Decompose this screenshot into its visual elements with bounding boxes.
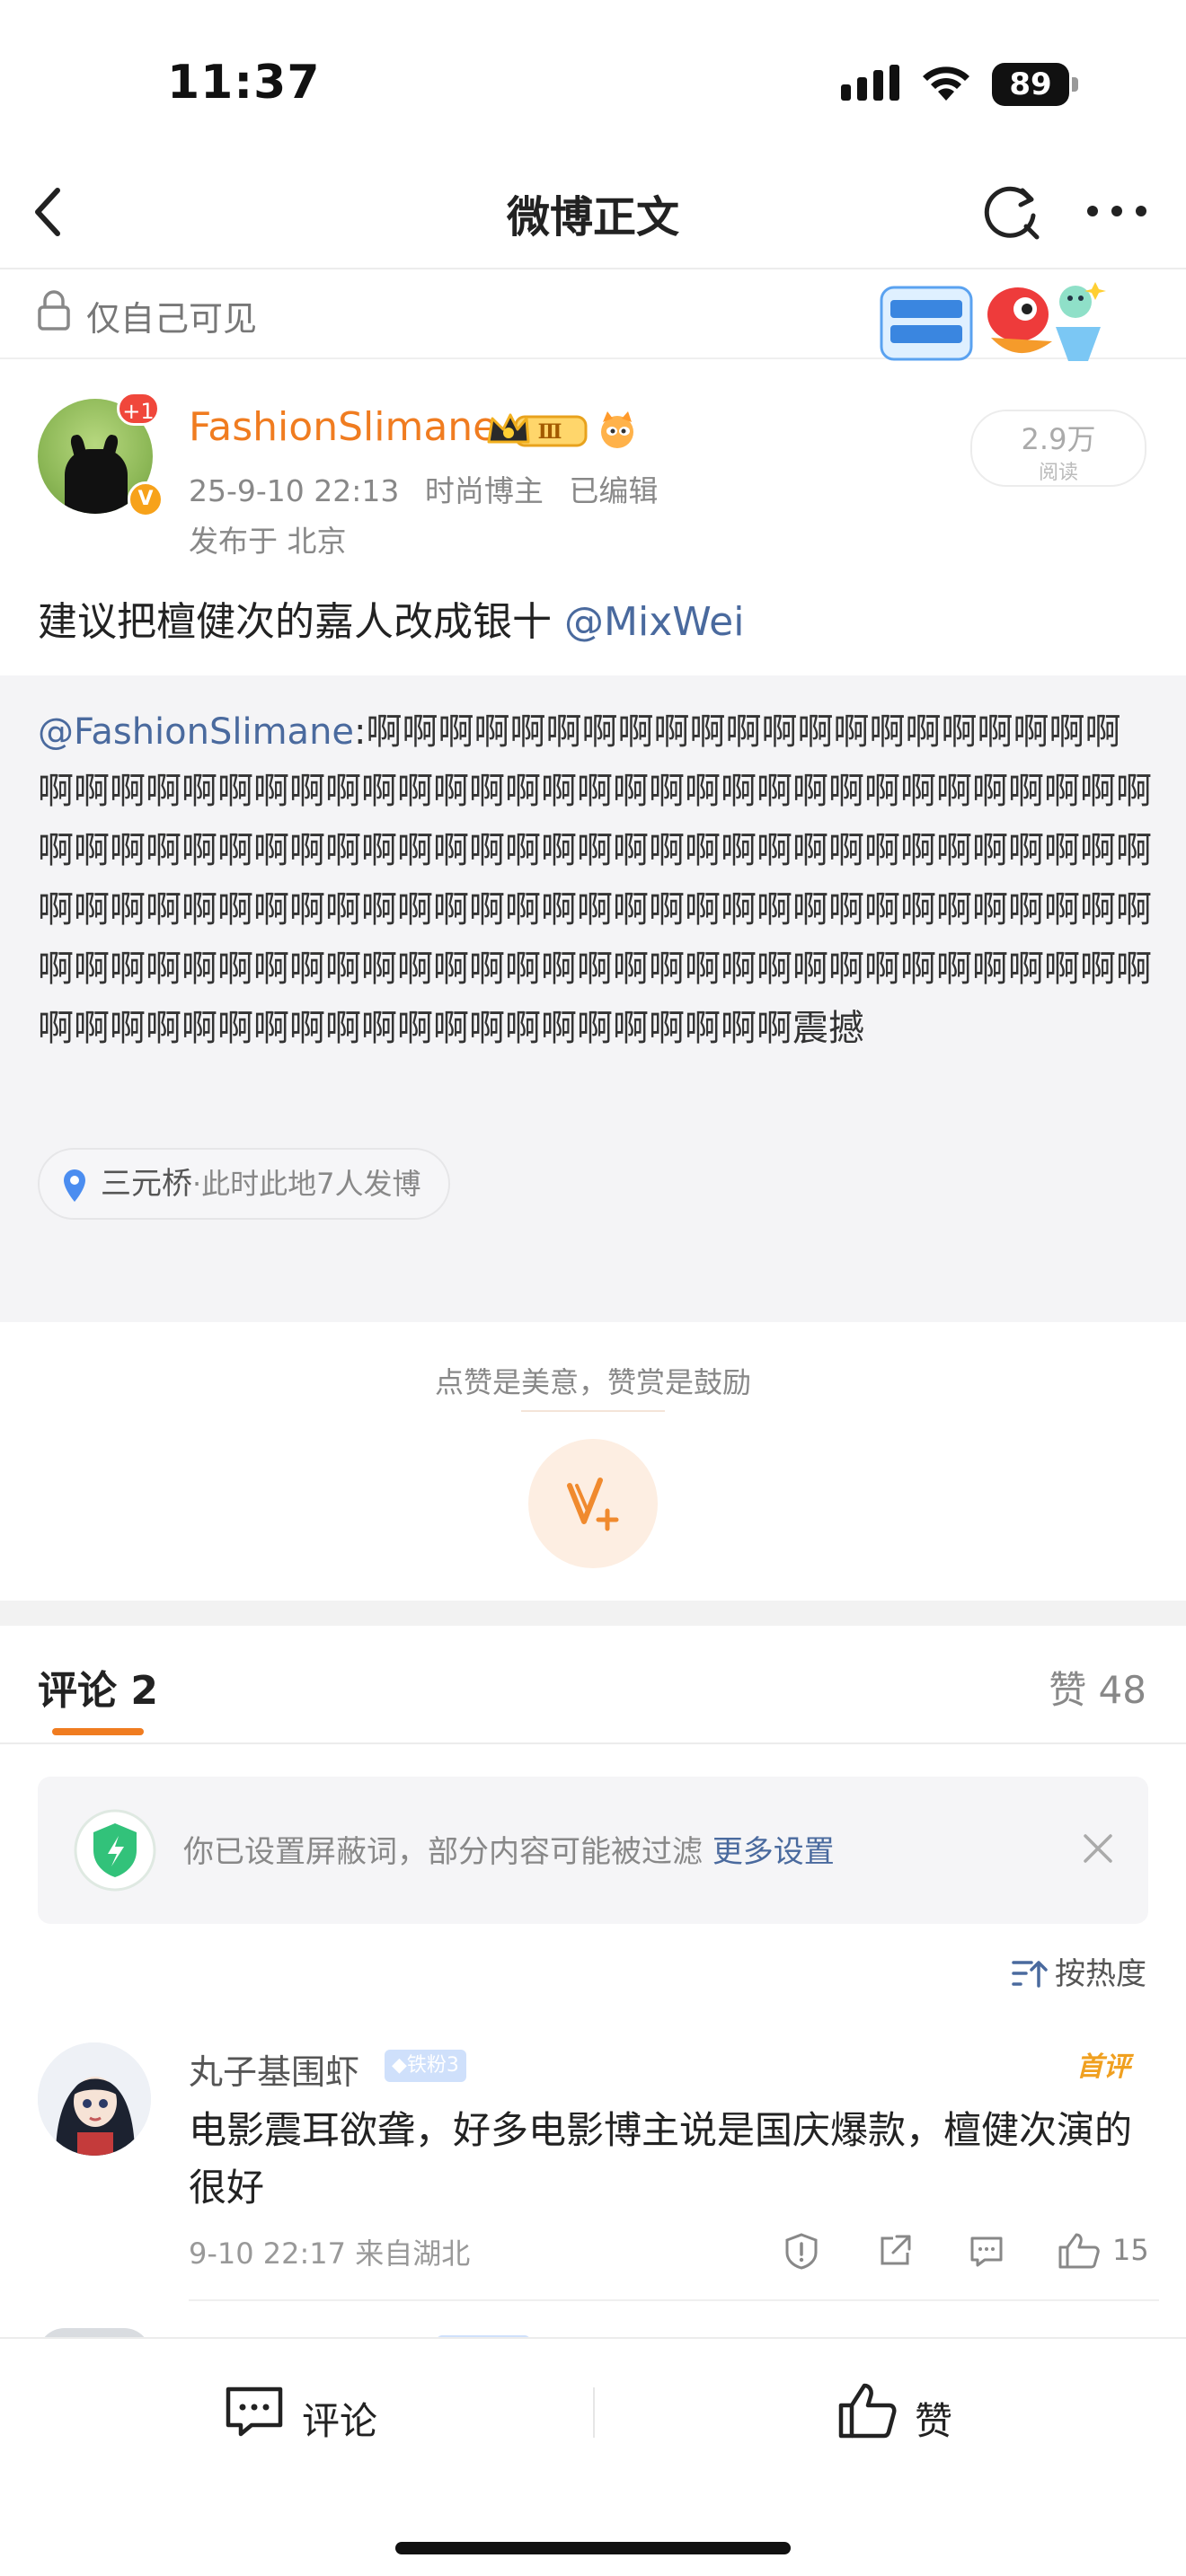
- commenter-avatar-image: [38, 2042, 151, 2156]
- tab-likes[interactable]: 赞 48: [1049, 1660, 1146, 1715]
- location-place: 三元桥: [101, 1166, 192, 1202]
- battery-nub: [1072, 77, 1078, 92]
- quoted-body: :啊啊啊啊啊啊啊啊啊啊啊啊啊啊啊啊啊啊啊啊啊啊啊啊啊啊啊啊啊啊啊啊啊啊啊啊啊啊啊…: [38, 711, 1152, 1049]
- bottom-divider: [593, 2387, 595, 2438]
- post-text: 建议把檀健次的嘉人改成银十 @MixWei: [38, 589, 744, 647]
- reward-v-plus-icon: [567, 1478, 619, 1531]
- post-time: 25-9-10 22:13: [189, 473, 400, 508]
- reward-tip: 点赞是美意，赞赏是鼓励: [434, 1365, 751, 1399]
- comment-button-label: 评论: [302, 2399, 378, 2443]
- fan-badge: ◆铁粉3: [385, 2050, 466, 2082]
- wifi-icon: [923, 66, 969, 101]
- commenter-avatar[interactable]: [38, 2042, 151, 2156]
- commenter-name[interactable]: 丸子基围虾: [189, 2044, 359, 2094]
- comment-meta: 9-10 22:17 来自湖北: [189, 2231, 470, 2272]
- reward-divider: [521, 1410, 665, 1412]
- comment-icon: [226, 2386, 283, 2437]
- home-indicator: [395, 2542, 791, 2554]
- comment-button[interactable]: 评论: [223, 2380, 403, 2452]
- notice-message: 你已设置屏蔽词，部分内容可能被过滤: [183, 1834, 703, 1870]
- cellular-signal-icon: [841, 65, 899, 101]
- like-icon[interactable]: [1057, 2231, 1102, 2271]
- avatar-detail: [65, 449, 128, 514]
- avatar-plus-badge: +1: [117, 392, 160, 426]
- comment-text: 电影震耳欲聋，好多电影博主说是国庆爆款，檀健次演的很好: [189, 2108, 1133, 2210]
- vip-level-text: Ⅲ: [538, 420, 562, 444]
- location-pin-icon: [64, 1169, 85, 1202]
- post-meta: 25-9-10 22:13 时尚博主 已编辑: [189, 467, 674, 510]
- visibility-row: 仅自己可见: [0, 269, 1186, 361]
- comments-header: 评论 2 赞 48: [0, 1626, 1186, 1744]
- location-extra: ·此时此地7人发博: [192, 1167, 421, 1201]
- diamond-icon: ◆: [392, 2054, 407, 2077]
- filter-notice: 你已设置屏蔽词，部分内容可能被过滤 更多设置: [38, 1777, 1148, 1924]
- author-name[interactable]: FashionSlimane: [189, 404, 497, 450]
- comment-actions: 15: [782, 2231, 1159, 2276]
- reward-section: 点赞是美意，赞赏是鼓励: [0, 1322, 1186, 1601]
- bottom-action-bar: 评论 赞: [0, 2337, 1186, 2576]
- share-icon[interactable]: [875, 2231, 915, 2271]
- verified-badge: V: [128, 481, 164, 517]
- reply-icon[interactable]: [967, 2231, 1006, 2271]
- notice-text: 你已设置屏蔽词，部分内容可能被过滤 更多设置: [183, 1827, 835, 1871]
- quoted-text: @FashionSlimane:啊啊啊啊啊啊啊啊啊啊啊啊啊啊啊啊啊啊啊啊啊啊啊啊…: [38, 702, 1152, 1058]
- edited-label[interactable]: 已编辑: [569, 473, 658, 508]
- status-time: 11:37: [167, 56, 321, 110]
- author-avatar[interactable]: +1 V: [38, 392, 164, 517]
- lock-icon: [38, 290, 70, 331]
- vip-crown-level-icon: Ⅲ: [487, 413, 588, 447]
- comment-time: 9-10 22:17: [189, 2236, 347, 2271]
- more-options-icon[interactable]: [1085, 199, 1148, 223]
- tab-active-indicator: [52, 1728, 144, 1735]
- national-day-film-badge-icon: [880, 282, 1106, 361]
- read-count: 2.9万: [1021, 422, 1096, 456]
- refresh-search-icon[interactable]: [981, 180, 1044, 243]
- visibility-text: 仅自己可见: [86, 299, 258, 339]
- comment-location: 来自湖北: [355, 2236, 471, 2271]
- read-count-badge: 2.9万 阅读: [970, 410, 1146, 487]
- close-icon[interactable]: [1078, 1829, 1118, 1868]
- fan-mascot-icon: [601, 411, 633, 448]
- post-body: 建议把檀健次的嘉人改成银十: [38, 599, 552, 645]
- like-button-label: 赞: [915, 2399, 953, 2443]
- sort-button[interactable]: 按热度: [1012, 1949, 1146, 1993]
- nav-bar: 微博正文: [0, 153, 1186, 269]
- sort-icon: [1012, 1961, 1048, 1988]
- shield-icon: [74, 1809, 156, 1892]
- fan-badge-text: 铁粉3: [406, 2054, 459, 2077]
- author-category: 时尚博主: [424, 473, 544, 508]
- comment-divider: [189, 2299, 1159, 2301]
- sort-label: 按热度: [1055, 1956, 1146, 1992]
- first-comment-badge: 首评: [1076, 2051, 1130, 2083]
- more-settings-link[interactable]: 更多设置: [712, 1834, 835, 1870]
- battery-indicator: 89: [992, 63, 1078, 106]
- quoted-mention-link[interactable]: @FashionSlimane: [38, 711, 354, 753]
- thumbs-up-icon: [838, 2383, 897, 2439]
- tab-comments[interactable]: 评论 2: [38, 1658, 158, 1716]
- post-mention-link[interactable]: @MixWei: [564, 599, 744, 645]
- status-bar: 11:37 89: [0, 0, 1186, 153]
- like-button[interactable]: 赞: [836, 2380, 997, 2452]
- reward-button[interactable]: [528, 1439, 658, 1568]
- battery-level: 89: [992, 63, 1069, 106]
- report-icon[interactable]: [782, 2231, 821, 2271]
- read-label: 阅读: [1038, 462, 1078, 484]
- location-pill[interactable]: 三元桥·此时此地7人发博: [38, 1148, 450, 1220]
- quoted-post[interactable]: @FashionSlimane:啊啊啊啊啊啊啊啊啊啊啊啊啊啊啊啊啊啊啊啊啊啊啊啊…: [0, 675, 1186, 1322]
- post-location: 发布于 北京: [189, 524, 347, 559]
- like-count: 15: [1112, 2233, 1149, 2267]
- section-separator: [0, 1601, 1186, 1626]
